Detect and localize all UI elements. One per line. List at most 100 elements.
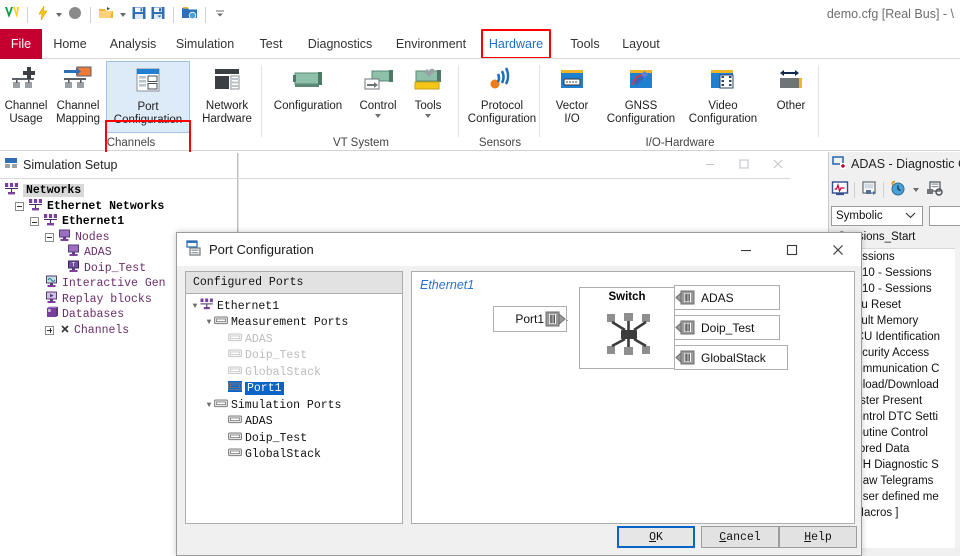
tab-file[interactable]: File	[0, 29, 42, 59]
port-tree-label: ADAS	[245, 332, 273, 346]
protocol-configuration-icon	[486, 61, 518, 99]
port-tree-item-measurement-adas[interactable]: ADAS	[190, 331, 398, 348]
ribbon-button-channel-mapping[interactable]: Channel Mapping	[46, 61, 110, 131]
expand-arrow-icon[interactable]: ▼	[190, 302, 200, 311]
maximize-icon[interactable]	[769, 233, 815, 266]
save-icon[interactable]	[131, 5, 147, 24]
settings-icon[interactable]	[926, 180, 944, 200]
tree-item-label: Ethernet1	[62, 215, 125, 229]
tab-analysis[interactable]: Analysis	[104, 29, 162, 59]
expand-arrow-icon[interactable]: ▼	[204, 401, 214, 410]
igen-icon	[45, 275, 58, 292]
port-icon	[228, 431, 242, 446]
port-icon	[228, 365, 242, 380]
chevron-down-icon[interactable]	[375, 114, 381, 118]
group-divider	[458, 65, 459, 137]
ribbon-group-label: Sensors	[478, 137, 522, 149]
port-tree-item-ethernet1[interactable]: ▼ Ethernet1	[190, 298, 398, 315]
toolbar-separator	[883, 182, 884, 198]
history-caret-icon[interactable]	[913, 188, 919, 192]
chevron-down-icon[interactable]	[425, 114, 431, 118]
ribbon-group-label: VT System	[332, 137, 390, 149]
ribbon-button-label: Channel Mapping	[55, 100, 101, 125]
node-doip-icon: T	[67, 260, 80, 277]
configured-ports-tree[interactable]: ▼ Ethernet1 ▼ Measurement Ports ADAS Doi…	[190, 298, 398, 463]
diagnostic-console-title: ADAS - Diagnostic C	[851, 157, 960, 171]
expand-arrow-icon[interactable]: ▼	[204, 318, 214, 327]
collapse-icon[interactable]	[45, 232, 54, 242]
port-tree-item-simulation-adas[interactable]: ADAS	[190, 414, 398, 431]
ribbon: Channel Usage Channel Mapping Port Confi…	[0, 59, 960, 194]
tab-environment[interactable]: Environment	[386, 29, 476, 59]
database-icon	[45, 306, 58, 323]
port-icon	[228, 332, 242, 347]
tab-home[interactable]: Home	[48, 29, 92, 59]
ribbon-button-vt-tools[interactable]: Tools	[401, 61, 455, 131]
cancel-button[interactable]: Cancel	[701, 526, 779, 548]
chevron-down-icon[interactable]	[905, 210, 916, 222]
trace-window-icon[interactable]	[831, 180, 849, 200]
diagnostic-text-field[interactable]	[929, 206, 960, 226]
vector-logo-icon	[4, 5, 20, 24]
port-tree-item-port1[interactable]: Port1	[190, 381, 398, 398]
customize-qat-icon[interactable]	[213, 6, 227, 23]
port-tree-item-simulation-ports[interactable]: ▼ Simulation Ports	[190, 397, 398, 414]
other-hardware-icon	[775, 61, 807, 99]
ribbon-button-other-hardware[interactable]: Other	[765, 61, 817, 131]
tab-diagnostics[interactable]: Diagnostics	[300, 29, 380, 59]
close-icon[interactable]	[815, 233, 861, 266]
tree-item-networks[interactable]: Networks	[4, 183, 236, 199]
diagram-switch[interactable]: Switch	[579, 287, 675, 369]
tree-item-ethernet1[interactable]: Ethernet1	[4, 214, 236, 230]
port-tree-label: Measurement Ports	[231, 316, 349, 330]
port-tree-item-measurement-globalstack[interactable]: GlobalStack	[190, 364, 398, 381]
expand-icon[interactable]	[45, 325, 54, 335]
port-tree-label: Ethernet1	[217, 299, 280, 313]
rj45-connector-icon	[675, 318, 697, 340]
tree-item-ethernet-networks[interactable]: Ethernet Networks	[4, 198, 236, 215]
tab-tools[interactable]: Tools	[564, 29, 606, 59]
port-tree-item-measurement-ports[interactable]: ▼ Measurement Ports	[190, 315, 398, 332]
tree-item-label: Nodes	[75, 230, 110, 244]
minimize-icon[interactable]	[723, 233, 769, 266]
ribbon-button-vt-configuration[interactable]: Configuration	[265, 61, 351, 131]
ribbon-button-vt-control[interactable]: Control	[351, 61, 405, 131]
save-as-icon[interactable]	[150, 5, 166, 24]
tab-simulation[interactable]: Simulation	[170, 29, 240, 59]
ok-button[interactable]: OK	[617, 526, 695, 548]
chevron-down-icon[interactable]	[120, 12, 126, 17]
symbolic-mode-select[interactable]: Symbolic	[831, 206, 923, 226]
ribbon-button-protocol-configuration[interactable]: Protocol Configuration	[464, 61, 540, 131]
list-scrollbar[interactable]	[955, 248, 960, 548]
vector-io-icon	[556, 61, 588, 99]
history-icon[interactable]	[889, 180, 906, 200]
collapse-icon[interactable]	[30, 217, 39, 227]
rj45-connector-icon	[675, 288, 697, 310]
port-tree-item-simulation-globalstack[interactable]: GlobalStack	[190, 447, 398, 464]
tree-item-label: Ethernet Networks	[47, 199, 165, 213]
minimize-icon[interactable]	[704, 158, 716, 173]
port-tree-item-measurement-doip-test[interactable]: Doip_Test	[190, 348, 398, 365]
diagnostic-console-titlebar: ADAS - Diagnostic C	[832, 152, 960, 176]
ribbon-button-vector-io[interactable]: Vector I/O	[543, 61, 601, 131]
chevron-down-icon[interactable]	[56, 12, 62, 17]
open-folder-icon[interactable]	[98, 5, 115, 24]
symbolic-mode-value: Symbolic	[836, 210, 883, 222]
port-tree-item-simulation-doip-test[interactable]: Doip_Test	[190, 430, 398, 447]
ribbon-group-sensors: Protocol Configuration Sensors	[460, 59, 540, 151]
collapse-icon[interactable]	[15, 201, 24, 211]
close-icon[interactable]	[772, 158, 784, 173]
ribbon-button-gnss-configuration[interactable]: GNSS Configuration	[603, 61, 679, 131]
tab-layout[interactable]: Layout	[614, 29, 668, 59]
maximize-icon[interactable]	[738, 158, 750, 173]
help-button[interactable]: Help	[779, 526, 857, 548]
ribbon-button-video-configuration[interactable]: Video Configuration	[685, 61, 761, 131]
ribbon-button-network-hardware[interactable]: Network Hardware	[192, 61, 262, 131]
lightning-icon[interactable]	[35, 5, 51, 24]
stop-circle-icon[interactable]	[67, 5, 83, 24]
port-tree-label: ADAS	[245, 415, 273, 429]
tab-test[interactable]: Test	[250, 29, 292, 59]
config-folder-icon[interactable]	[181, 5, 198, 24]
replay-icon	[45, 291, 58, 308]
copy-to-icon[interactable]	[860, 180, 878, 200]
